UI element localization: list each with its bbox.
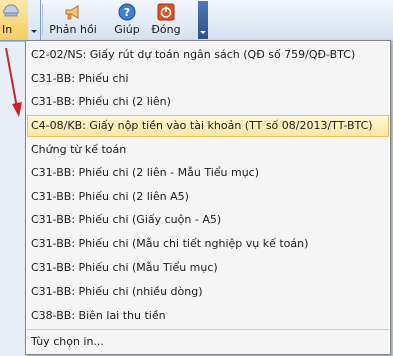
menu-item-c31-bb-giay-cuon-a5[interactable]: C31-BB: Phiếu chi (Giấy cuộn - A5) (27, 209, 389, 231)
print-dropdown-toggle[interactable] (28, 0, 41, 41)
help-button-label: Giúp (114, 23, 140, 36)
print-dropdown-menu: C2-02/NS: Giấy rút dự toán ngân sách (QĐ… (25, 40, 391, 355)
help-icon: ? (118, 3, 136, 21)
toolbar-overflow-button[interactable] (198, 1, 208, 39)
power-icon (157, 3, 175, 21)
help-button[interactable]: ? Giúp (112, 0, 142, 40)
menu-item-c31-bb-2-lien-tieu-muc[interactable]: C31-BB: Phiếu chi (2 liên - Mẫu Tiểu mục… (27, 162, 389, 184)
menu-item-c31-bb-2-lien[interactable]: C31-BB: Phiếu chi (2 liên) (27, 91, 389, 113)
chevron-down-icon (200, 31, 206, 34)
menu-item-c31-bb-phieu-chi[interactable]: C31-BB: Phiếu chi (27, 68, 389, 90)
feedback-button[interactable]: Phản hồi (44, 0, 102, 40)
menu-item-chung-tu-ke-toan[interactable]: Chứng từ kế toán (27, 139, 389, 161)
menu-divider (27, 329, 389, 330)
menu-item-c31-bb-2-lien-a5[interactable]: C31-BB: Phiếu chi (2 liên A5) (27, 186, 389, 208)
menu-item-c31-bb-chi-tiet-nghiep-vu[interactable]: C31-BB: Phiếu chi (Mẫu chi tiết nghiệp v… (27, 233, 389, 255)
megaphone-icon (65, 5, 79, 20)
menu-item-c31-bb-mau-tieu-muc[interactable]: C31-BB: Phiếu chi (Mẫu Tiểu mục) (27, 257, 389, 279)
feedback-button-label: Phản hồi (49, 23, 97, 36)
menu-item-c2-02-ns[interactable]: C2-02/NS: Giấy rút dự toán ngân sách (QĐ… (27, 44, 389, 66)
toolbar-divider (42, 4, 43, 36)
menu-item-c38-bb-bien-lai[interactable]: C38-BB: Biên lai thu tiền (27, 305, 389, 327)
close-button[interactable]: Đóng (146, 0, 186, 40)
menu-item-c4-08-kb[interactable]: C4-08/KB: Giấy nộp tiền vào tài khoản (T… (27, 115, 389, 137)
print-icon (3, 4, 19, 17)
svg-text:?: ? (124, 6, 130, 19)
ribbon-toolbar: In Phản hồi ? Giúp Đóng (0, 0, 393, 42)
print-button-label: In (2, 23, 13, 36)
menu-item-c31-bb-nhieu-dong[interactable]: C31-BB: Phiếu chi (nhiều dòng) (27, 281, 389, 303)
print-button[interactable]: In (0, 0, 29, 41)
menu-item-print-options[interactable]: Tùy chọn in... (27, 331, 389, 353)
close-button-label: Đóng (151, 23, 181, 36)
chevron-down-icon (31, 30, 37, 33)
